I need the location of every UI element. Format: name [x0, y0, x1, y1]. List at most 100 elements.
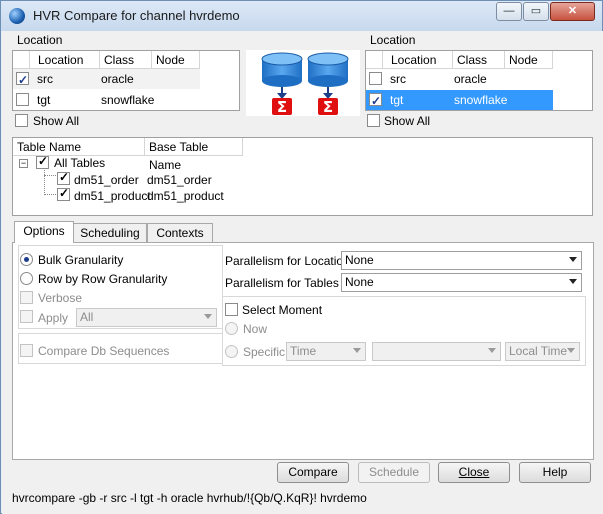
window-title: HVR Compare for channel hvrdemo [33, 8, 240, 23]
parallelism-tables-select[interactable]: None [341, 273, 582, 292]
compare-graphic: Σ Σ [246, 50, 360, 116]
select-moment-label: Select Moment [242, 303, 323, 317]
header-base-table-name[interactable]: Base Table Name [145, 138, 243, 172]
schedule-button[interactable]: Schedule [358, 462, 430, 483]
tab-scheduling[interactable]: Scheduling [73, 223, 147, 243]
compare-window: HVR Compare for channel hvrdemo — ▭ ✕ Lo… [0, 0, 603, 514]
parallelism-locations-select[interactable]: None [341, 251, 582, 270]
verbose-checkbox[interactable] [20, 291, 33, 304]
location-class: snowflake [101, 93, 155, 107]
right-show-all-checkbox[interactable] [367, 114, 380, 127]
table-name: dm51_product [74, 189, 151, 203]
location-name: src [37, 72, 53, 86]
base-table-name: dm51_order [147, 173, 212, 187]
header-table-name[interactable]: Table Name [13, 138, 145, 156]
left-tgt-checkbox[interactable] [16, 93, 29, 106]
bulk-granularity-radio[interactable] [20, 253, 33, 266]
table-checkbox[interactable] [57, 170, 70, 185]
specific-label: Specific [243, 345, 286, 359]
app-icon [9, 8, 25, 24]
all-tables-checkbox[interactable] [36, 154, 49, 169]
left-header-class[interactable]: Class [100, 51, 152, 69]
time-input[interactable] [372, 342, 501, 361]
tree-connector [44, 168, 45, 195]
parallelism-tables-value: None [345, 275, 374, 289]
row-granularity-label: Row by Row Granularity [38, 272, 168, 286]
left-location-row[interactable]: tgt snowflake [13, 90, 200, 110]
compare-sequences-label: Compare Db Sequences [38, 344, 170, 358]
chevron-down-icon [353, 348, 361, 353]
location-class: snowflake [454, 93, 508, 107]
right-header-location[interactable]: Location [383, 51, 453, 69]
left-show-all-label: Show All [33, 114, 80, 128]
now-radio[interactable] [225, 322, 238, 335]
location-class: oracle [454, 72, 487, 86]
left-header-location[interactable]: Location [30, 51, 100, 69]
help-button[interactable]: Help [519, 462, 591, 483]
chevron-down-icon [204, 314, 212, 319]
tab-options[interactable]: Options [14, 221, 74, 243]
table-list[interactable]: Table Name Base Table Name − All Tables … [12, 137, 593, 216]
chevron-down-icon [569, 279, 577, 284]
table-name: dm51_order [74, 173, 139, 187]
left-location-row[interactable]: src oracle [13, 69, 200, 90]
parallelism-locations-label: Parallelism for Locations [225, 254, 356, 268]
table-checkbox[interactable] [57, 186, 70, 201]
tree-collapse-icon[interactable]: − [19, 159, 28, 168]
command-line-status: hvrcompare -gb -r src -l tgt -h oracle h… [12, 491, 367, 505]
maximize-button[interactable]: ▭ [523, 2, 549, 21]
chevron-down-icon [569, 257, 577, 262]
timezone-value: Local Time [509, 344, 568, 358]
location-name: tgt [37, 93, 51, 107]
header-check-column [366, 51, 383, 69]
close-button-label: Close [458, 465, 490, 479]
right-location-label: Location [370, 33, 416, 47]
compare-sequences-checkbox[interactable] [20, 344, 33, 357]
apply-select-value: All [80, 310, 94, 324]
title-bar[interactable]: HVR Compare for channel hvrdemo — ▭ ✕ [1, 1, 602, 31]
location-name: tgt [390, 93, 404, 107]
base-table-name: dm51_product [147, 189, 224, 203]
location-name: src [390, 72, 406, 86]
options-panel: Bulk Granularity Row by Row Granularity … [12, 242, 594, 460]
tree-connector [44, 175, 56, 176]
now-label: Now [243, 322, 268, 336]
right-location-row-selected[interactable]: tgt snowflake [366, 90, 553, 111]
chevron-down-icon [567, 348, 575, 353]
header-check-column [13, 51, 30, 69]
right-location-list[interactable]: Location Class Node src oracle tgt snowf… [365, 50, 593, 111]
bulk-granularity-label: Bulk Granularity [38, 253, 124, 267]
tab-contexts[interactable]: Contexts [147, 223, 213, 243]
verbose-label: Verbose [38, 291, 83, 305]
minimize-button[interactable]: — [496, 2, 522, 21]
right-header-class[interactable]: Class [453, 51, 505, 69]
left-show-all-checkbox[interactable] [15, 114, 28, 127]
compare-button[interactable]: Compare [277, 462, 349, 483]
time-mode-value: Time [290, 344, 317, 358]
time-mode-select[interactable]: Time [286, 342, 366, 361]
right-show-all-label: Show All [384, 114, 431, 128]
apply-label: Apply [38, 311, 69, 325]
parallelism-locations-value: None [345, 253, 374, 267]
specific-radio[interactable] [225, 345, 238, 358]
parallelism-tables-label: Parallelism for Tables [225, 276, 339, 290]
close-button[interactable]: Close [438, 462, 510, 483]
right-src-checkbox[interactable] [369, 72, 382, 85]
tree-connector [44, 194, 56, 195]
svg-text:Σ: Σ [323, 98, 333, 116]
right-location-row[interactable]: src oracle [366, 69, 553, 89]
close-window-button[interactable]: ✕ [550, 2, 595, 21]
apply-select[interactable]: All [76, 308, 217, 327]
location-class: oracle [101, 72, 134, 86]
select-moment-checkbox[interactable] [225, 303, 238, 316]
timezone-select[interactable]: Local Time [505, 342, 580, 361]
left-location-list[interactable]: Location Class Node src oracle tgt snowf… [12, 50, 240, 111]
apply-checkbox[interactable] [20, 310, 33, 323]
chevron-down-icon [488, 348, 496, 353]
left-src-checkbox[interactable] [16, 70, 29, 90]
row-granularity-radio[interactable] [20, 272, 33, 285]
database-to-sigma-icon: Σ Σ [261, 52, 349, 116]
right-header-node[interactable]: Node [505, 51, 553, 69]
left-header-node[interactable]: Node [152, 51, 200, 69]
right-tgt-checkbox[interactable] [369, 91, 382, 111]
